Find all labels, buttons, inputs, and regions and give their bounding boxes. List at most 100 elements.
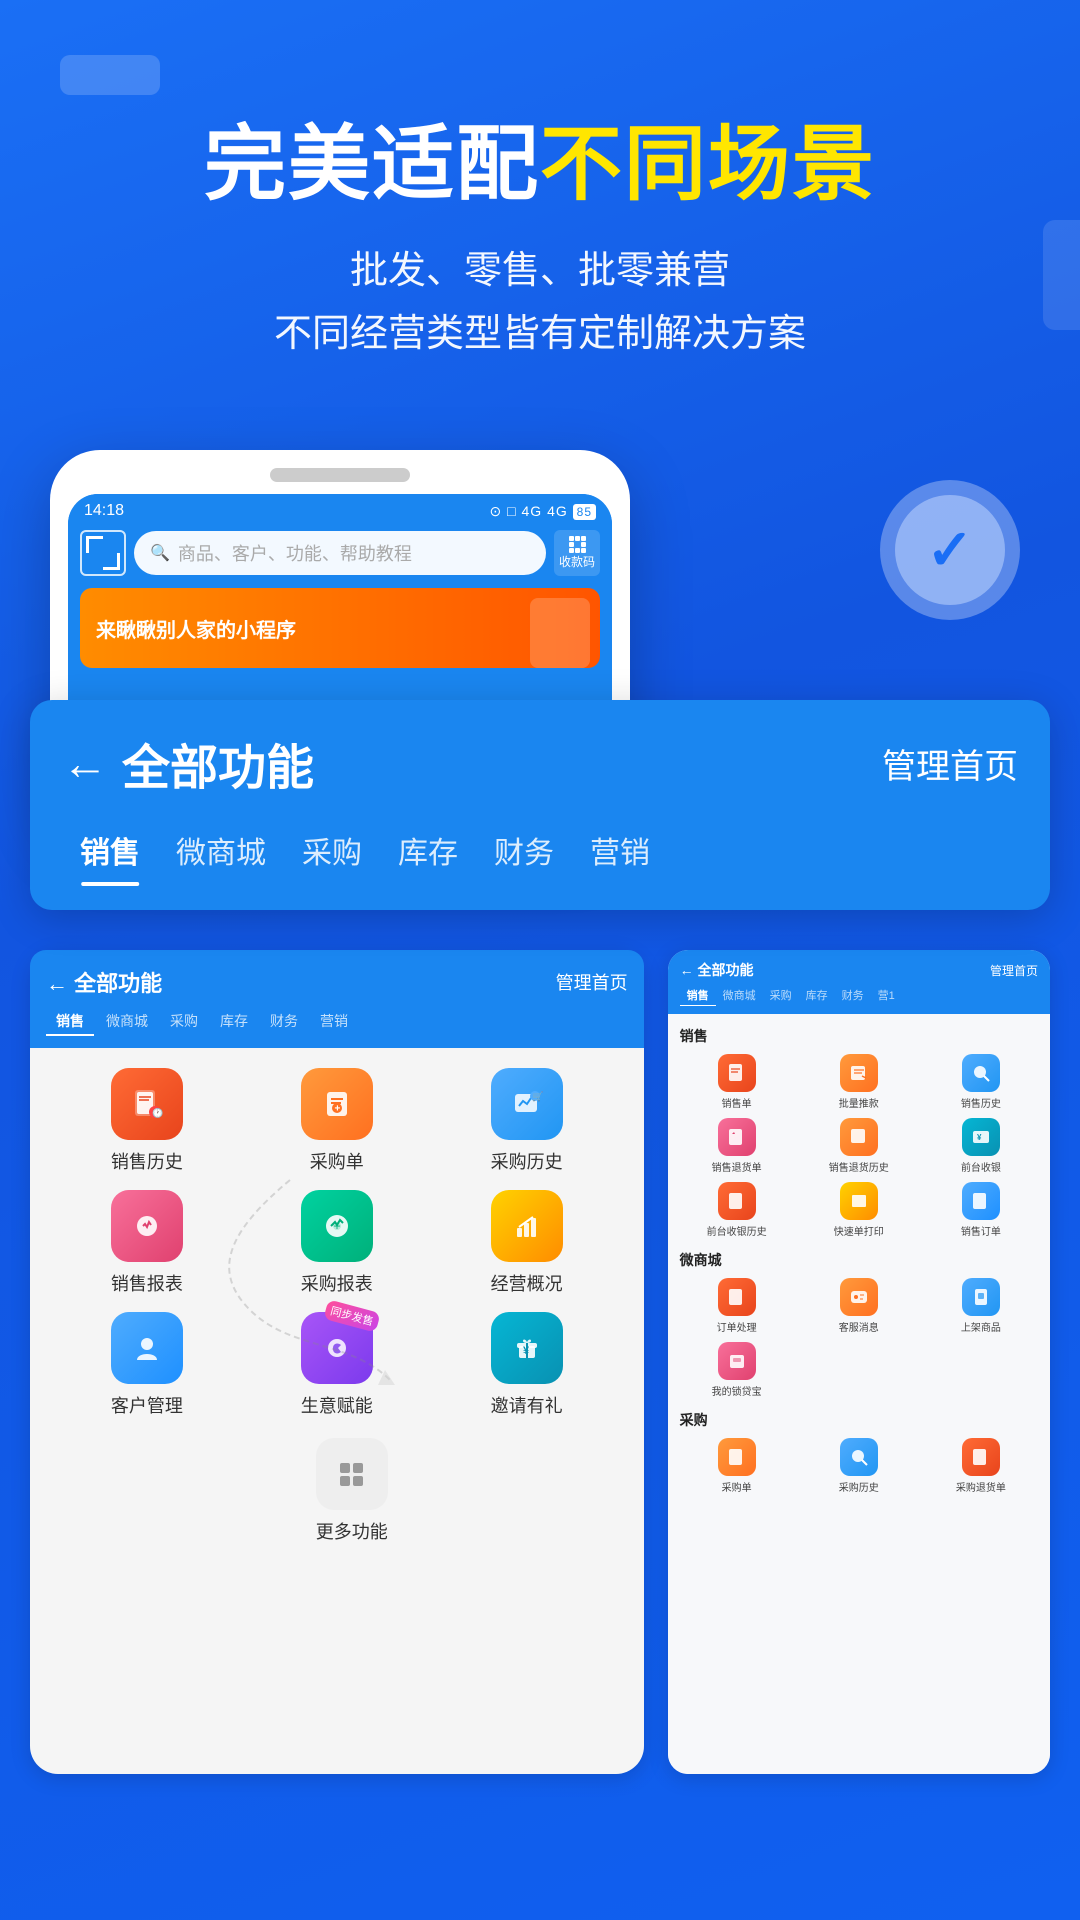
list-item[interactable]: ¥ 邀请有礼 bbox=[440, 1312, 614, 1418]
rs-section-purchase: 采购 bbox=[680, 1410, 1038, 1430]
list-item[interactable]: + 采购单 bbox=[250, 1068, 424, 1174]
rs-icon-label: 采购历史 bbox=[839, 1479, 879, 1494]
list-item[interactable]: 经营概况 bbox=[440, 1190, 614, 1296]
func-tabs: 销售 微商城 采购 库存 财务 营销 bbox=[62, 822, 1018, 886]
ls-header-row: ← 全部功能 管理首页 bbox=[46, 962, 628, 1002]
rs-tab-1[interactable]: 微商城 bbox=[716, 985, 763, 1006]
hero-subtitle: 批发、零售、批零兼营 不同经营类型皆有定制解决方案 bbox=[40, 240, 1040, 365]
svg-text:+: + bbox=[333, 1219, 340, 1233]
rs-icon-label: 上架商品 bbox=[961, 1319, 1001, 1334]
list-item[interactable]: 我的锁贷宝 bbox=[680, 1342, 794, 1398]
list-item[interactable]: 上架商品 bbox=[924, 1278, 1038, 1334]
icon-customer-mgmt bbox=[111, 1312, 183, 1384]
phone-time: 14:18 bbox=[84, 502, 124, 520]
ls-tab-1[interactable]: 微商城 bbox=[96, 1008, 158, 1036]
hero-title-yellow: 不同场景 bbox=[540, 119, 876, 210]
list-item[interactable]: 采购历史 bbox=[802, 1438, 916, 1494]
icon-label: 邀请有礼 bbox=[491, 1392, 563, 1418]
list-item[interactable]: + 采购报表 bbox=[250, 1190, 424, 1296]
csi-label: CSI bbox=[0, 0, 17, 11]
list-item[interactable]: 销售报表 bbox=[60, 1190, 234, 1296]
right-screenshot: ← 全部功能 管理首页 销售 微商城 采购 库存 财务 营1 销售 销售单 bbox=[668, 950, 1050, 1774]
rs-icon bbox=[840, 1182, 878, 1220]
icon-purchase-report: + bbox=[301, 1190, 373, 1262]
search-icon: 🔍 bbox=[150, 543, 170, 563]
rs-title: ← 全部功能 bbox=[680, 960, 754, 980]
func-tab-sales[interactable]: 销售 bbox=[62, 822, 158, 886]
phone-banner-text: 来瞅瞅别人家的小程序 bbox=[96, 614, 296, 643]
ls-tab-2[interactable]: 采购 bbox=[160, 1008, 208, 1036]
rs-icon: ¥ bbox=[962, 1118, 1000, 1156]
ls-header-manage: 管理首页 bbox=[556, 969, 628, 995]
more-label: 更多功能 bbox=[316, 1518, 388, 1544]
icon-label: 生意赋能 bbox=[301, 1392, 373, 1418]
list-item[interactable]: 同步发售 生意赋能 bbox=[250, 1312, 424, 1418]
badge-overlay: 同步发售 bbox=[323, 1299, 380, 1332]
list-item[interactable]: 采购单 bbox=[680, 1438, 794, 1494]
svg-text:🕐: 🕐 bbox=[152, 1107, 163, 1118]
func-tab-purchase[interactable]: 采购 bbox=[284, 822, 380, 886]
back-arrow-icon[interactable]: ← bbox=[62, 736, 108, 790]
rs-tab-4[interactable]: 财务 bbox=[835, 985, 871, 1006]
list-item[interactable]: 采购退货单 bbox=[924, 1438, 1038, 1494]
checkmark-icon: ✓ bbox=[927, 522, 974, 578]
ls-tab-5[interactable]: 营销 bbox=[310, 1008, 358, 1036]
list-item[interactable]: 销售订单 bbox=[924, 1182, 1038, 1238]
icon-label: 采购报表 bbox=[301, 1270, 373, 1296]
svg-text:¥: ¥ bbox=[523, 1345, 530, 1357]
icon-purchase-order: + bbox=[301, 1068, 373, 1140]
list-item[interactable]: 销售单 bbox=[680, 1054, 794, 1110]
rs-icon-label: 销售退货历史 bbox=[829, 1159, 889, 1174]
phone-search-row: 🔍 商品、客户、功能、帮助教程 收款码 bbox=[68, 524, 612, 582]
rs-section-micro: 微商城 bbox=[680, 1250, 1038, 1270]
ls-header-title: ← 全部功能 bbox=[46, 966, 162, 998]
list-item[interactable]: 🛒 采购历史 bbox=[440, 1068, 614, 1174]
list-item[interactable]: 批量推款 bbox=[802, 1054, 916, 1110]
icon-sales-report bbox=[111, 1190, 183, 1262]
icon-label: 销售历史 bbox=[111, 1148, 183, 1174]
rs-icon-label: 销售退货单 bbox=[712, 1159, 762, 1174]
phone-qr-icon[interactable]: 收款码 bbox=[554, 530, 600, 576]
list-item[interactable]: 快速单打印 bbox=[802, 1182, 916, 1238]
phone-search-box[interactable]: 🔍 商品、客户、功能、帮助教程 bbox=[134, 531, 546, 575]
more-functions-icon bbox=[316, 1438, 388, 1510]
list-item[interactable]: 订单处理 bbox=[680, 1278, 794, 1334]
icon-label: 销售报表 bbox=[111, 1270, 183, 1296]
icon-business-enable: 同步发售 bbox=[301, 1312, 373, 1384]
rs-icon-label: 采购退货单 bbox=[956, 1479, 1006, 1494]
func-card-manage[interactable]: 管理首页 bbox=[882, 739, 1018, 788]
list-item[interactable]: 销售退货历史 bbox=[802, 1118, 916, 1174]
ls-tab-4[interactable]: 财务 bbox=[260, 1008, 308, 1036]
list-item[interactable]: ¥ 前台收银 bbox=[924, 1118, 1038, 1174]
func-tab-marketing[interactable]: 营销 bbox=[572, 822, 668, 886]
phone-banner: 来瞅瞅别人家的小程序 bbox=[80, 588, 600, 668]
icon-label: 客户管理 bbox=[111, 1392, 183, 1418]
list-item[interactable]: 🕐 销售历史 bbox=[60, 1068, 234, 1174]
rs-icon bbox=[962, 1438, 1000, 1476]
ls-tab-0[interactable]: 销售 bbox=[46, 1008, 94, 1036]
rs-icon bbox=[840, 1118, 878, 1156]
list-item[interactable]: 客服消息 bbox=[802, 1278, 916, 1334]
list-item[interactable]: 前台收银历史 bbox=[680, 1182, 794, 1238]
func-tab-micro[interactable]: 微商城 bbox=[158, 822, 284, 886]
func-tab-finance[interactable]: 财务 bbox=[476, 822, 572, 886]
ls-header: ← 全部功能 管理首页 销售 微商城 采购 库存 财务 营销 bbox=[30, 950, 644, 1048]
func-tab-inventory[interactable]: 库存 bbox=[380, 822, 476, 886]
rs-icon-label: 批量推款 bbox=[839, 1095, 879, 1110]
ls-tab-3[interactable]: 库存 bbox=[210, 1008, 258, 1036]
rs-body: 销售 销售单 批量推款 销售历史 销售退货单 bbox=[668, 1014, 1050, 1774]
list-item[interactable]: 销售历史 bbox=[924, 1054, 1038, 1110]
rs-icon bbox=[962, 1278, 1000, 1316]
rs-tab-5[interactable]: 营1 bbox=[871, 985, 902, 1006]
rs-tab-0[interactable]: 销售 bbox=[680, 985, 716, 1006]
rs-tab-3[interactable]: 库存 bbox=[799, 985, 835, 1006]
more-functions[interactable]: 更多功能 bbox=[50, 1438, 624, 1544]
list-item[interactable]: 销售退货单 bbox=[680, 1118, 794, 1174]
rs-icon-label: 销售历史 bbox=[961, 1095, 1001, 1110]
hero-section: 完美适配不同场景 批发、零售、批零兼营 不同经营类型皆有定制解决方案 bbox=[0, 120, 1080, 366]
top-decorative-card bbox=[60, 55, 160, 95]
list-item[interactable]: 客户管理 bbox=[60, 1312, 234, 1418]
rs-tab-2[interactable]: 采购 bbox=[763, 985, 799, 1006]
rs-icon bbox=[718, 1438, 756, 1476]
rs-icons-grid-sales: 销售单 批量推款 销售历史 销售退货单 销售退货历史 bbox=[680, 1054, 1038, 1238]
